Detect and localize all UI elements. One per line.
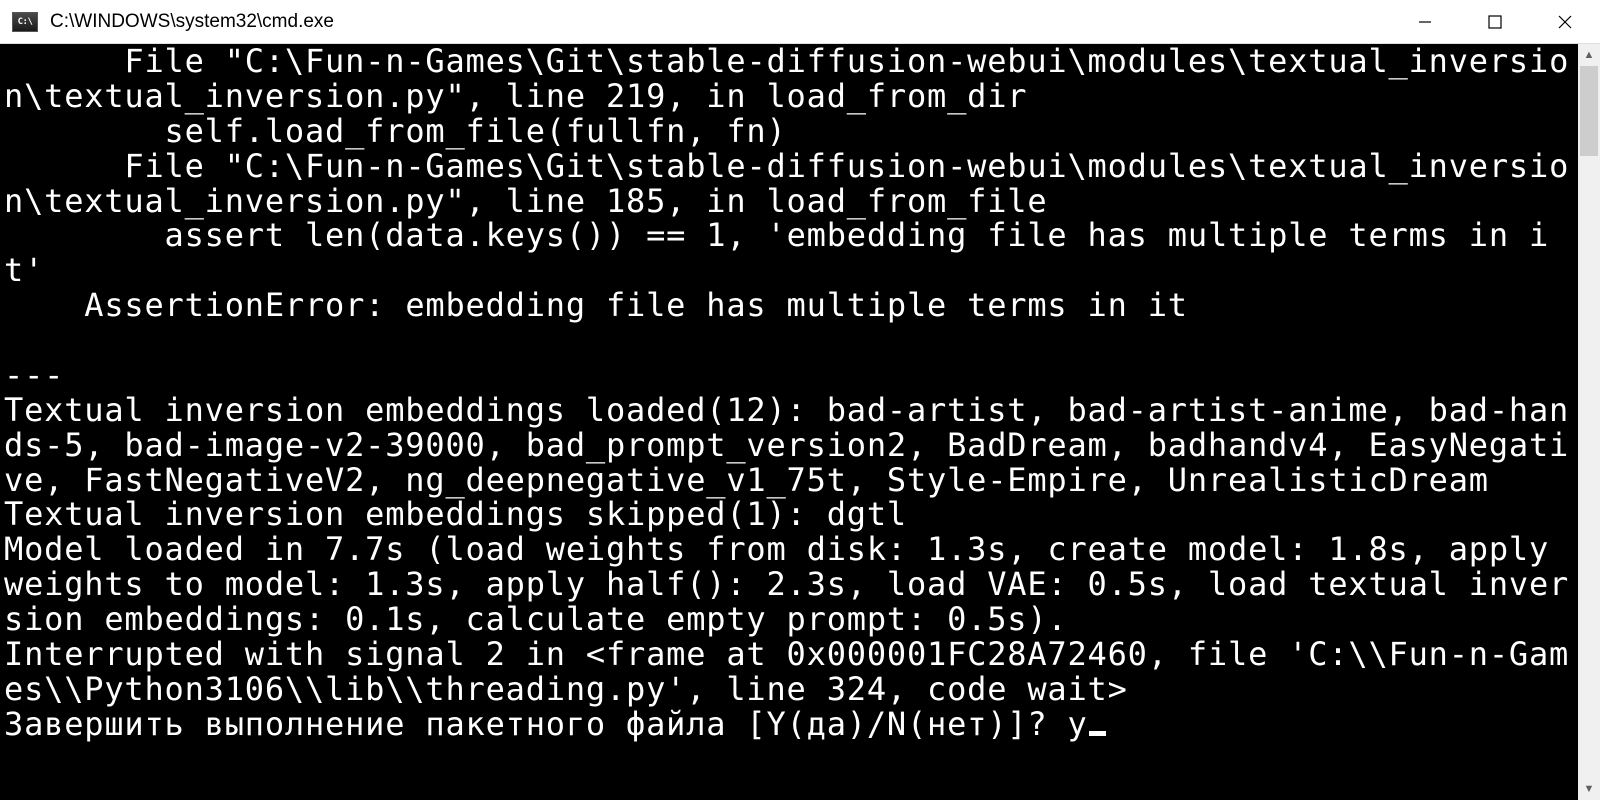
minimize-button[interactable] [1390,0,1460,43]
terminal-output[interactable]: File "C:\Fun-n-Games\Git\stable-diffusio… [0,44,1578,800]
close-button[interactable] [1530,0,1600,43]
scroll-down-arrow[interactable]: ▼ [1578,778,1600,800]
window-title: C:\WINDOWS\system32\cmd.exe [50,11,1390,33]
scroll-up-arrow[interactable]: ▲ [1578,44,1600,66]
vertical-scrollbar[interactable]: ▲ ▼ [1578,44,1600,800]
window-titlebar: C:\WINDOWS\system32\cmd.exe [0,0,1600,44]
terminal-container: File "C:\Fun-n-Games\Git\stable-diffusio… [0,44,1600,800]
maximize-button[interactable] [1460,0,1530,43]
cursor [1089,731,1107,736]
scroll-thumb[interactable] [1580,66,1598,156]
cmd-icon [12,12,38,32]
window-controls [1390,0,1600,43]
